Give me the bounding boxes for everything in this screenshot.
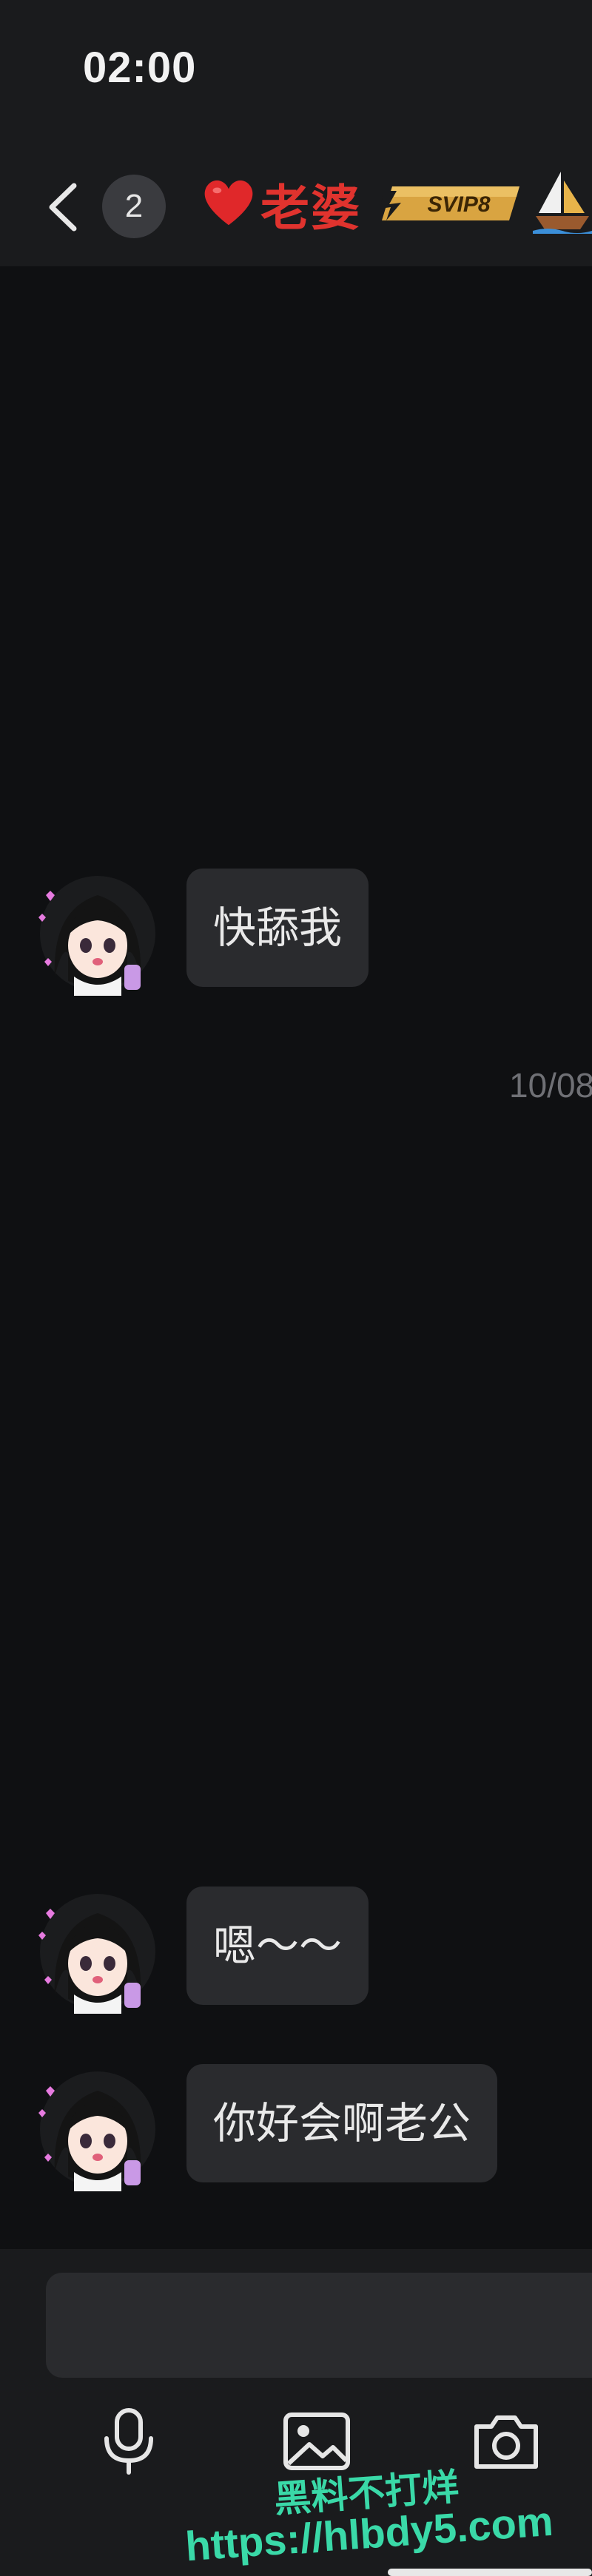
svip-badge: SVIP8 bbox=[380, 186, 519, 220]
message-input[interactable] bbox=[46, 2273, 592, 2378]
message-timestamp: 10/08 bbox=[509, 1066, 592, 1105]
avatar[interactable] bbox=[30, 2061, 163, 2194]
vip-badge-label: SVIP8 bbox=[427, 192, 490, 217]
microphone-icon[interactable] bbox=[92, 2404, 166, 2478]
camera-icon[interactable] bbox=[469, 2404, 543, 2478]
chevron-left-icon[interactable] bbox=[41, 181, 86, 233]
contact-name[interactable]: 老婆 bbox=[260, 169, 361, 240]
avatar[interactable] bbox=[30, 866, 163, 999]
heart-icon bbox=[204, 180, 253, 226]
status-bar: 02:00 bbox=[0, 0, 592, 148]
home-indicator bbox=[388, 2569, 592, 2576]
message-bubble[interactable]: 快舔我 bbox=[186, 869, 369, 987]
unread-count-badge[interactable]: 2 bbox=[102, 175, 166, 238]
avatar[interactable] bbox=[30, 1884, 163, 2017]
message-bubble[interactable]: 嗯～～ bbox=[186, 1887, 369, 2005]
sailboat-icon bbox=[533, 172, 592, 234]
message-bubble[interactable]: 你好会啊老公 bbox=[186, 2064, 498, 2182]
status-time: 02:00 bbox=[83, 44, 197, 92]
